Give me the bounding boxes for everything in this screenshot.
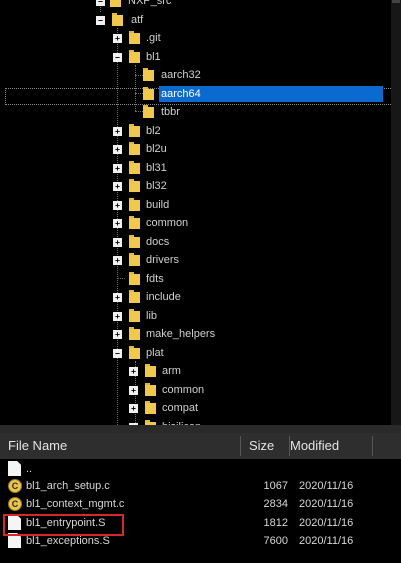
tree-node-label: atf	[131, 14, 144, 26]
tree-node-label: fdts	[146, 273, 164, 285]
expand-icon[interactable]: +	[113, 164, 122, 173]
expand-icon[interactable]: +	[113, 293, 122, 302]
folder-icon	[129, 235, 140, 248]
tree-node-label: bl2	[146, 125, 161, 137]
tree-node-label: bl2u	[146, 143, 167, 155]
file-row[interactable]: C bl1_arch_setup.c 1067 2020/11/16	[0, 477, 401, 495]
folder-icon	[145, 364, 156, 377]
folder-icon	[129, 142, 140, 155]
collapse-icon[interactable]: −	[113, 349, 122, 358]
expand-icon[interactable]: +	[113, 238, 122, 247]
c-file-icon: C	[8, 479, 22, 493]
expand-icon[interactable]: +	[113, 330, 122, 339]
expand-icon[interactable]: +	[113, 312, 122, 321]
directory-tree[interactable]: − NXP_src − atf + .git − bl1 aarch32 aar…	[0, 0, 401, 425]
scrollbar-thumb[interactable]	[392, 0, 400, 3]
folder-icon	[129, 346, 140, 359]
folder-icon	[129, 290, 140, 303]
folder-icon	[129, 31, 140, 44]
folder-icon	[112, 13, 123, 26]
collapse-icon[interactable]: −	[96, 16, 105, 25]
folder-icon	[145, 401, 156, 414]
tree-node-label: aarch32	[161, 69, 201, 81]
file-list-header: File Name Size Modified	[0, 433, 401, 459]
highlight-box	[3, 514, 124, 536]
folder-icon	[129, 272, 140, 285]
folder-icon	[143, 105, 154, 118]
file-list[interactable]: File Name Size Modified .. C bl1_arch_se…	[0, 433, 401, 563]
file-size: 1812	[263, 517, 288, 529]
tree-node-label: common	[146, 217, 189, 229]
folder-icon	[145, 383, 156, 396]
tree-node-label: bl31	[146, 162, 167, 174]
expand-icon[interactable]: +	[129, 404, 138, 413]
file-row[interactable]: ..	[0, 460, 401, 478]
folder-icon	[129, 327, 140, 340]
tree-node-label: .git	[146, 32, 161, 44]
tree-node-label: docs	[146, 236, 170, 248]
file-row[interactable]: C bl1_context_mgmt.c 2834 2020/11/16	[0, 495, 401, 513]
expand-icon[interactable]: +	[113, 219, 122, 228]
file-modified: 2020/11/16	[299, 498, 354, 510]
folder-icon	[129, 50, 140, 63]
expand-icon[interactable]: +	[113, 127, 122, 136]
folder-icon	[129, 179, 140, 192]
tree-node-label: arm	[162, 365, 181, 377]
file-size: 2834	[263, 498, 288, 510]
file-size: 7600	[263, 535, 288, 547]
tree-node-label: lib	[146, 310, 158, 322]
parent-folder-icon	[8, 461, 21, 476]
folder-icon	[129, 253, 140, 266]
tree-node-label: drivers	[146, 254, 180, 266]
column-header-modified[interactable]: Modified	[282, 433, 372, 459]
tree-node-label: include	[146, 291, 181, 303]
collapse-icon[interactable]: −	[113, 53, 122, 62]
folder-icon	[129, 161, 140, 174]
c-file-icon: C	[8, 497, 22, 511]
folder-icon	[129, 124, 140, 137]
column-divider[interactable]	[372, 436, 373, 456]
expand-icon[interactable]: +	[113, 182, 122, 191]
tree-guide-line	[135, 111, 143, 112]
file-modified: 2020/11/16	[299, 535, 354, 547]
tree-node-label: compat	[162, 402, 199, 414]
tree-node-label: build	[146, 199, 170, 211]
folder-icon	[129, 216, 140, 229]
tree-node-label: bl32	[146, 180, 167, 192]
expand-icon[interactable]: +	[113, 201, 122, 210]
folder-icon	[110, 0, 121, 7]
folder-icon	[129, 198, 140, 211]
tree-node-label: tbbr	[161, 106, 180, 118]
expand-icon[interactable]: +	[113, 256, 122, 265]
file-size: 1067	[263, 480, 288, 492]
file-name: ..	[26, 463, 33, 475]
tree-node-label: make_helpers	[146, 328, 216, 340]
file-name: bl1_context_mgmt.c	[26, 498, 125, 510]
expand-icon[interactable]: +	[129, 367, 138, 376]
tree-guide-line	[135, 75, 143, 76]
tree-node-label: common	[162, 384, 205, 396]
tree-node-label: bl1	[146, 51, 161, 63]
expand-icon[interactable]: +	[113, 145, 122, 154]
tree-node-label: plat	[146, 347, 164, 359]
tree-node-label: NXP_src	[128, 0, 172, 7]
folder-icon	[143, 68, 154, 81]
file-modified: 2020/11/16	[299, 480, 354, 492]
expand-icon[interactable]: +	[113, 34, 122, 43]
tree-guide-line	[117, 278, 125, 279]
folder-icon	[129, 309, 140, 322]
folder-icon	[143, 87, 154, 100]
file-modified: 2020/11/16	[299, 517, 354, 529]
tree-node-label-selected: aarch64	[159, 86, 383, 102]
collapse-icon[interactable]: −	[96, 0, 105, 6]
pane-splitter[interactable]	[0, 425, 401, 433]
file-name: bl1_arch_setup.c	[26, 480, 110, 492]
vertical-scrollbar[interactable]	[391, 0, 401, 425]
column-header-name[interactable]: File Name	[0, 433, 240, 459]
expand-icon[interactable]: +	[129, 386, 138, 395]
